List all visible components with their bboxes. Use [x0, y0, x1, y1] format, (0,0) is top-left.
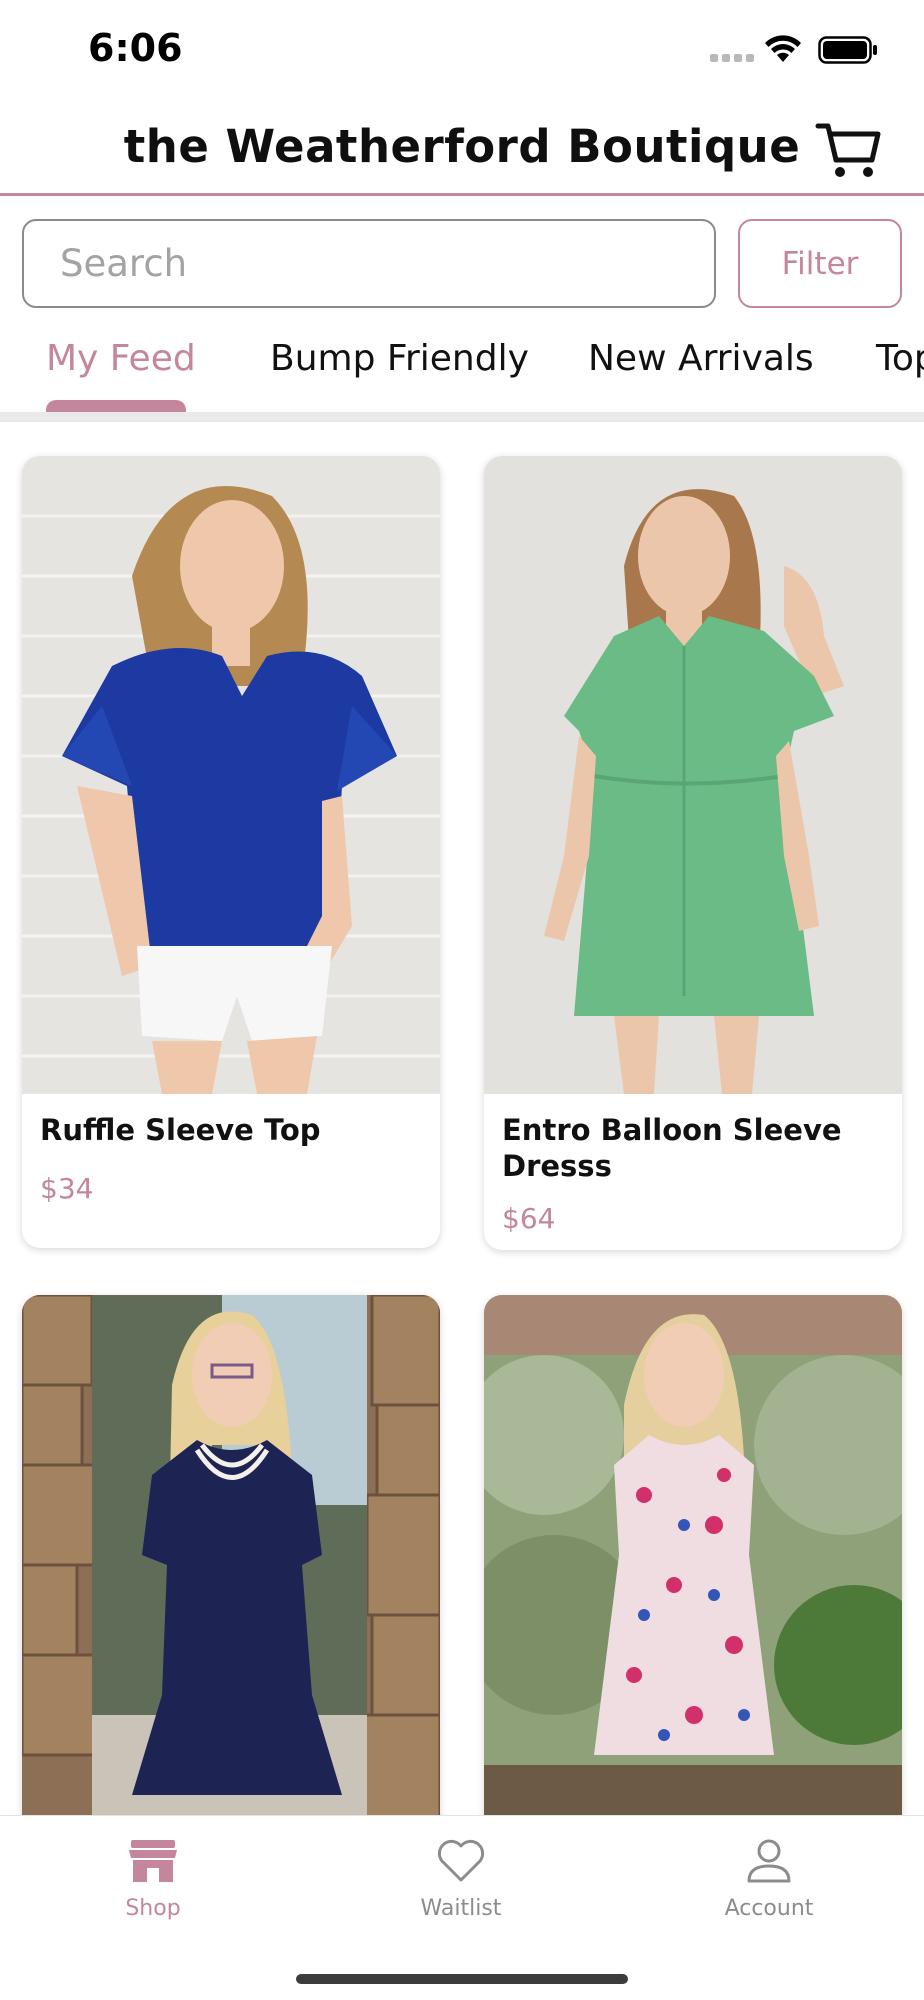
- product-card[interactable]: [484, 1295, 902, 1835]
- nav-account-label: Account: [724, 1896, 814, 1921]
- tab-bump-friendly[interactable]: Bump Friendly: [270, 338, 529, 379]
- cart-icon: [815, 123, 881, 177]
- product-image[interactable]: [22, 456, 440, 1094]
- tabs-divider: [0, 412, 924, 422]
- product-price: $34: [40, 1172, 94, 1205]
- tab-my-feed[interactable]: My Feed: [46, 338, 196, 379]
- app-header: the Weatherford Boutique: [0, 100, 924, 196]
- storefront-icon: [129, 1840, 177, 1882]
- cellular-signal-icon: [710, 54, 754, 62]
- status-time: 6:06: [88, 26, 183, 70]
- product-image[interactable]: [22, 1295, 440, 1835]
- tab-new-arrivals[interactable]: New Arrivals: [588, 338, 814, 379]
- wifi-icon: [765, 35, 801, 62]
- product-card[interactable]: Entro Balloon Sleeve Dresss $64: [484, 456, 902, 1250]
- category-tabs: My Feed Bump Friendly New Arrivals Tops: [0, 330, 924, 414]
- cart-button[interactable]: [814, 118, 884, 182]
- tab-tops[interactable]: Tops: [876, 338, 924, 379]
- nav-shop-label: Shop: [125, 1896, 181, 1921]
- product-price: $64: [502, 1202, 556, 1235]
- battery-icon: [818, 36, 877, 64]
- nav-waitlist-label: Waitlist: [420, 1896, 502, 1921]
- filter-button[interactable]: Filter: [738, 219, 902, 308]
- heart-icon: [437, 1839, 485, 1882]
- product-image[interactable]: [484, 456, 902, 1094]
- nav-shop[interactable]: Shop: [73, 1838, 233, 1921]
- product-card[interactable]: Ruffle Sleeve Top $34: [22, 456, 440, 1248]
- product-image[interactable]: [484, 1295, 902, 1835]
- nav-waitlist[interactable]: Waitlist: [381, 1838, 541, 1921]
- product-name: Entro Balloon Sleeve Dresss: [502, 1113, 842, 1183]
- search-input[interactable]: [22, 219, 716, 308]
- nav-account[interactable]: Account: [689, 1838, 849, 1921]
- product-card[interactable]: [22, 1295, 440, 1835]
- person-icon: [747, 1839, 791, 1883]
- bottom-nav: Shop Waitlist Account: [0, 1815, 924, 2000]
- brand-title: the Weatherford Boutique: [123, 120, 801, 173]
- home-indicator: [296, 1974, 628, 1984]
- product-name: Ruffle Sleeve Top: [40, 1113, 321, 1147]
- status-bar: 6:06: [0, 0, 924, 100]
